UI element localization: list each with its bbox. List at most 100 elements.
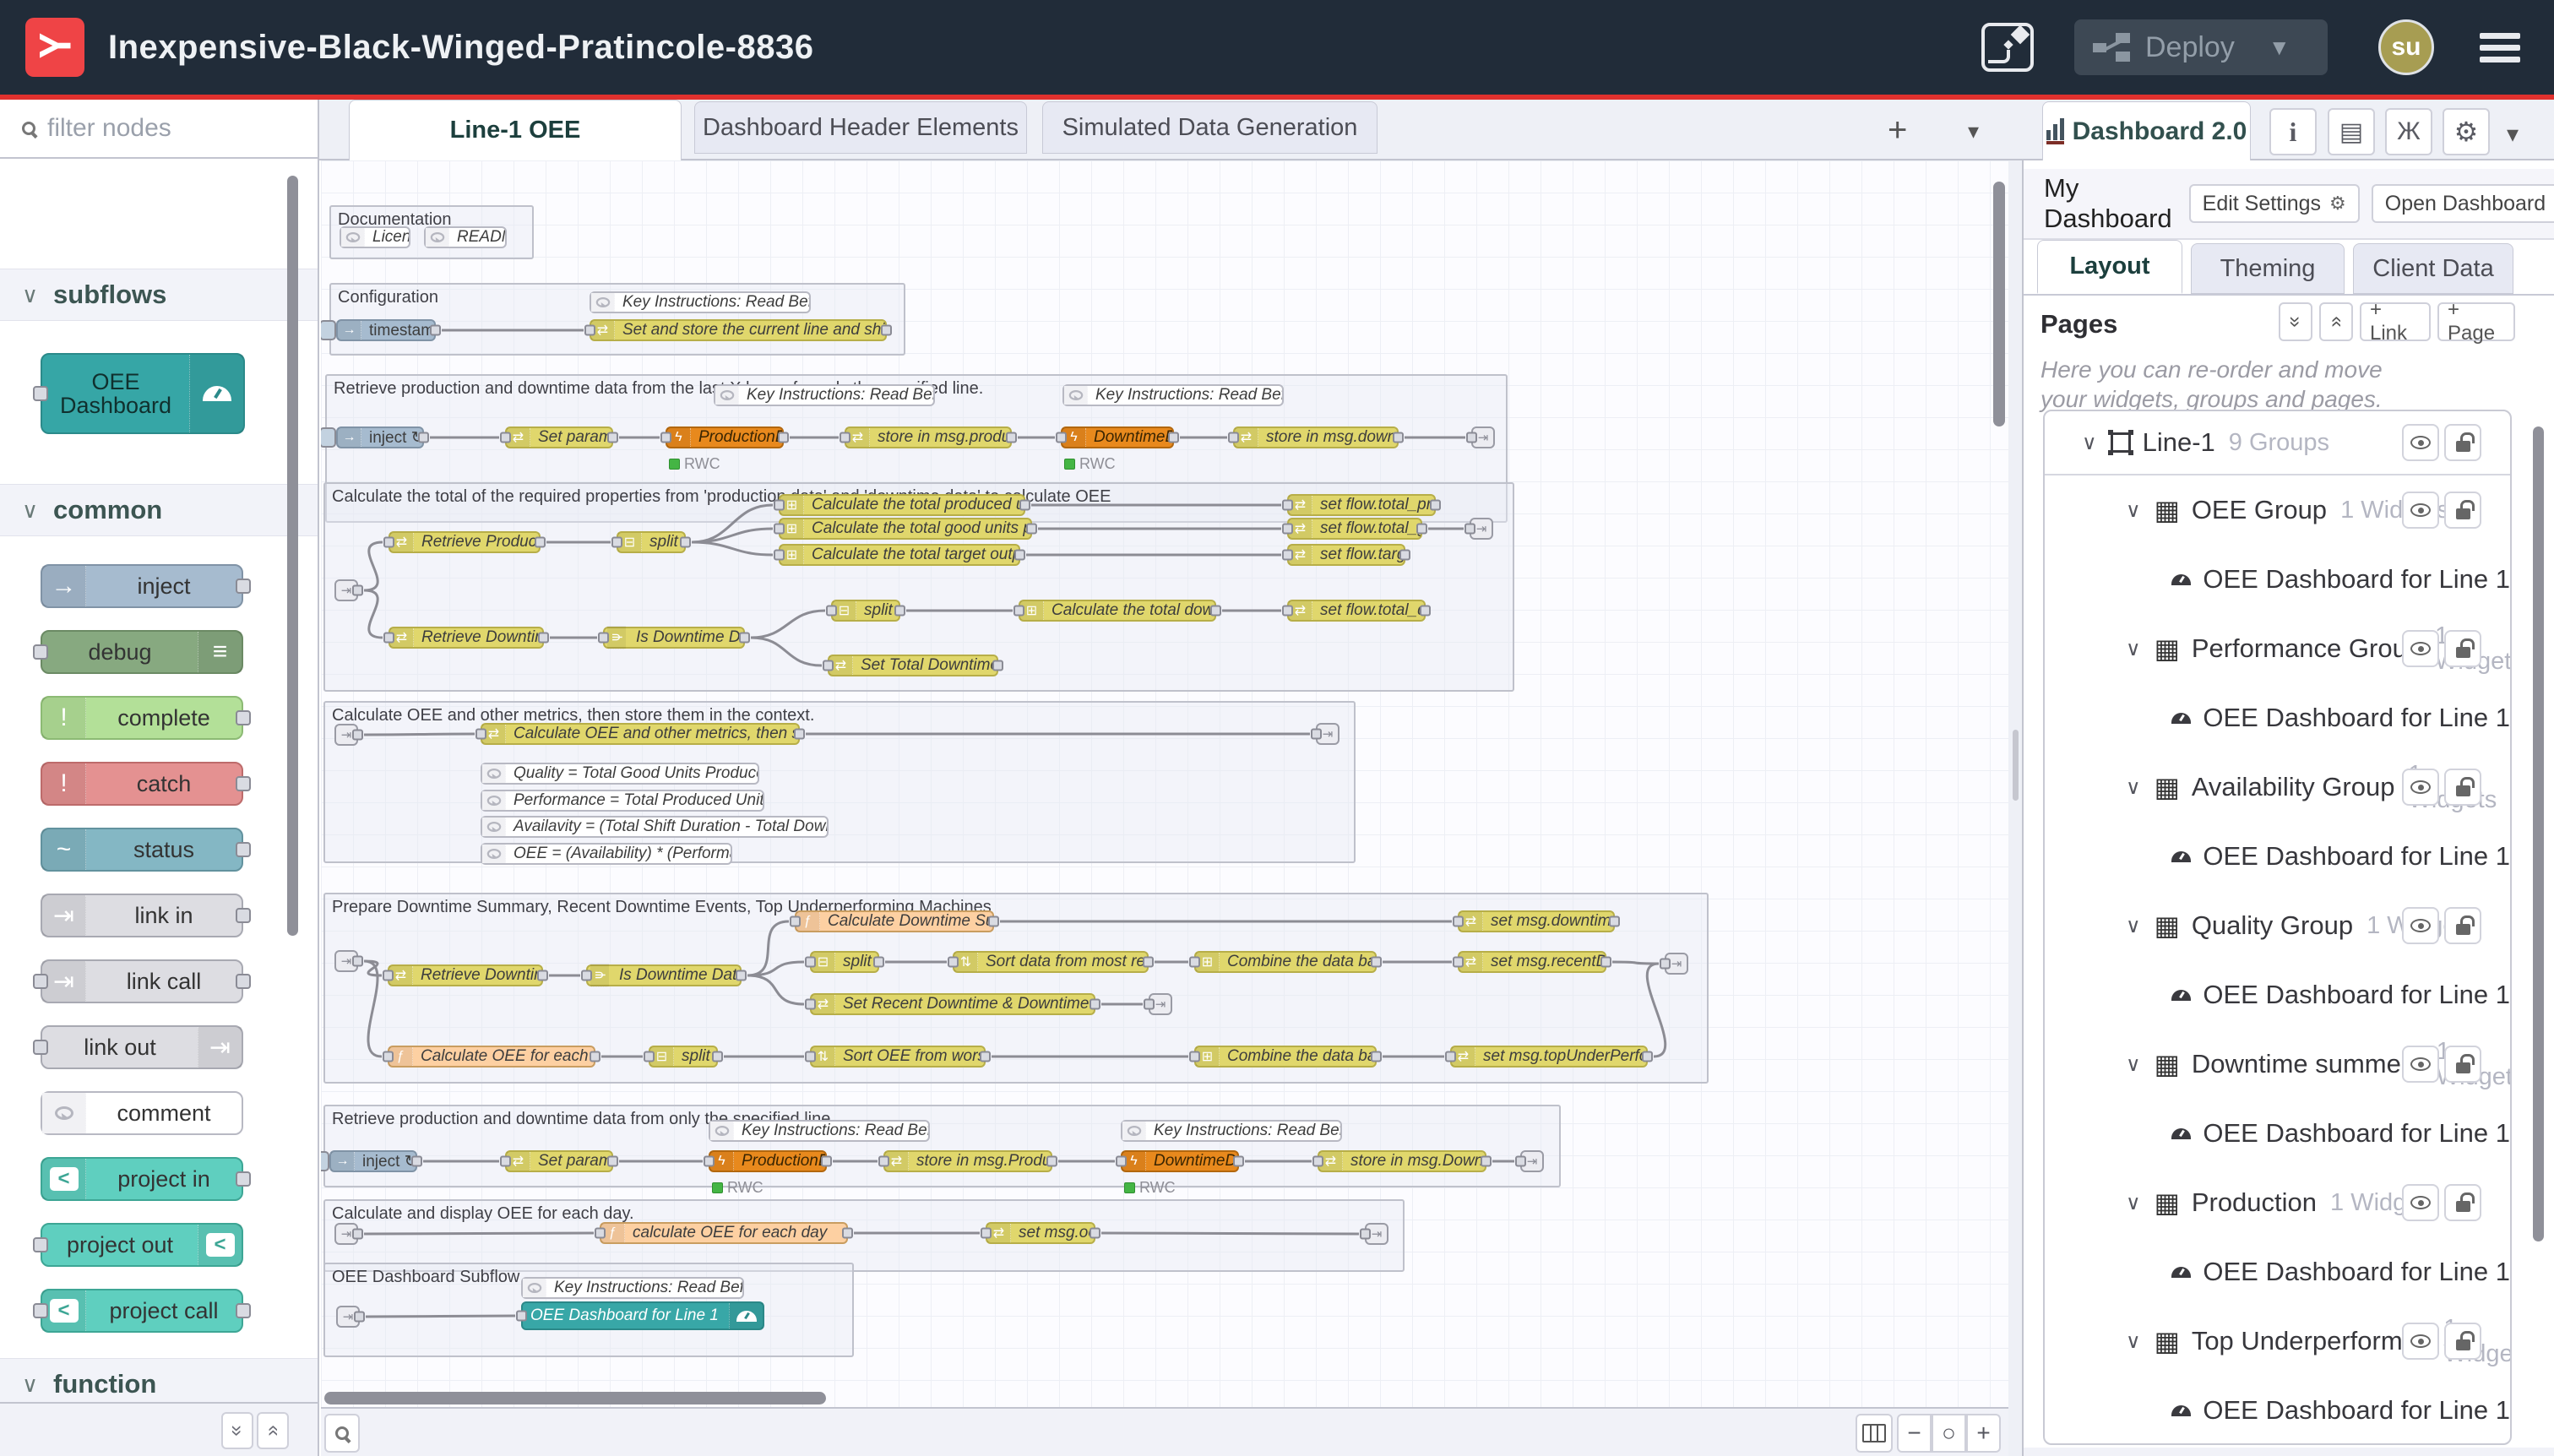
flow-node-dd7[interactable]: ϟDowntimeDataRWC [1121,1150,1239,1172]
tree-row-widget-3[interactable]: OEE Dashboard for Line 1 [2045,545,2510,614]
flow-node-c10[interactable]: Key Instructions: Read Before Proceeding [709,1120,930,1142]
chevron-down-icon[interactable]: ∨ [2126,1052,2141,1077]
flow-node-pd7[interactable]: ϟProductionDataRWC [709,1150,827,1172]
palette-node-link-out[interactable]: link out⇥ [41,1025,243,1069]
gutter-scrollbar[interactable] [2013,730,2019,801]
palette-node-project-in[interactable]: <project in [41,1157,243,1201]
flow-node-lo8[interactable]: ⇥ [1365,1223,1388,1245]
flow-node-sp4b[interactable]: ⊟split [831,600,900,622]
tab-dashboard-2[interactable]: Dashboard 2.0 [2042,101,2251,160]
deploy-caret-icon[interactable]: ▼ [2269,35,2290,61]
palette-node-project-call[interactable]: <project call [41,1289,243,1333]
edit-settings-button[interactable]: Edit Settings⚙ [2189,184,2360,223]
flow-node-c2[interactable]: README [424,226,507,248]
flow-node-smd7[interactable]: ⇄store in msg.DowntimeData [1318,1150,1486,1172]
tree-row-group-4[interactable]: ∨▦Performance Group1 Widgets [2045,614,2510,683]
visibility-button[interactable] [2402,1184,2439,1221]
flow-node-cto[interactable]: ⊞Calculate the total target output of to… [779,544,1020,566]
flow-node-pd3[interactable]: ϟProductionDataRWC [666,426,784,448]
chevron-down-icon[interactable]: ∨ [2126,1329,2141,1354]
flow-node-lo4[interactable]: ⇥ [1470,518,1493,540]
flow-node-sp4[interactable]: ⊟split [617,531,686,553]
palette-node-comment[interactable]: comment [41,1091,243,1135]
tree-row-group-10[interactable]: ∨▦Downtime summery1 Widgets [2045,1030,2510,1099]
sidebar-tab-layout[interactable]: Layout [2037,240,2182,294]
visibility-button[interactable] [2402,492,2439,529]
flow-node-c4[interactable]: Key Instructions: Read Before Proceeding [714,384,935,406]
inject-button[interactable] [321,427,336,448]
flow-node-c3[interactable]: Key Instructions: Read Before Proceeding [590,291,811,313]
chevron-down-icon[interactable]: ∨ [2082,431,2097,455]
flow-canvas[interactable]: DocumentationConfigurationRetrieve produ… [321,160,2008,1407]
flow-tab-2[interactable]: Dashboard Header Elements [694,101,1027,154]
deploy-button[interactable]: Deploy ▼ [2074,19,2328,75]
flow-node-smp3[interactable]: ⇄store in msg.production_data [845,426,1012,448]
lock-button[interactable] [2444,1323,2481,1360]
flow-node-smt[interactable]: ⇄set msg.oeeTrend [986,1222,1095,1244]
lock-button[interactable] [2444,1046,2481,1083]
inject-button[interactable] [321,1151,329,1171]
flow-node-c12[interactable]: Key Instructions: Read Before Proceeding [521,1277,744,1299]
palette-node-status[interactable]: ~status [41,828,243,872]
flow-node-sp6b[interactable]: ⊟split [649,1046,718,1068]
flow-node-ctd[interactable]: ⊞Calculate the total downtime duration [1019,600,1216,622]
chevron-down-icon[interactable]: ∨ [2126,775,2141,800]
visibility-button[interactable] [2402,1323,2439,1360]
flow-node-li5[interactable]: ⇥ [334,724,358,746]
flow-node-rdd4[interactable]: ⇄Retrieve Downtime Data [389,627,544,649]
palette-node-project-out[interactable]: project out< [41,1223,243,1267]
lock-button[interactable] [2444,907,2481,944]
flow-node-li9[interactable]: ⇥ [336,1306,360,1328]
chevron-down-icon[interactable]: ∨ [2126,498,2141,523]
visibility-button[interactable] [2402,424,2439,461]
flow-node-sfto[interactable]: ⇄set flow.target_output [1287,544,1405,566]
chevron-down-icon[interactable]: ∨ [2126,914,2141,938]
tree-row-widget-7[interactable]: OEE Dashboard for Line 1 [2045,822,2510,891]
palette-node-catch[interactable]: !catch [41,762,243,806]
sidebar-scrollbar[interactable] [2533,426,2544,1241]
flow-node-c8[interactable]: Availavity = (Total Shift Duration - Tot… [481,816,829,838]
flow-node-c6[interactable]: Quality = Total Good Units Produced / To… [481,763,759,785]
flow-node-lo5[interactable]: ⇥ [1316,723,1339,745]
flow-node-sfgu[interactable]: ⇄set flow.total_good_units [1287,518,1422,540]
flow-node-sp7[interactable]: ⇄Set params [505,1150,613,1172]
main-menu-icon[interactable] [2480,27,2520,68]
lock-button[interactable] [2444,424,2481,461]
tree-row-group-6[interactable]: ∨▦Availability Group1 Widgets [2045,752,2510,822]
flow-node-srt6[interactable]: ⇅Sort data from most recent to oldest [953,951,1149,973]
flow-node-c5[interactable]: Key Instructions: Read Before Proceeding [1062,384,1284,406]
canvas-search-button[interactable] [324,1414,360,1453]
tree-row-group-14[interactable]: ∨▦Top Underperformi...1 Widgets [2045,1307,2510,1376]
flow-node-smtp[interactable]: ⇄set msg.topUnderPerformingMachines [1450,1046,1648,1068]
tree-row-group-2[interactable]: ∨▦OEE Group1 Widgets [2045,475,2510,545]
visibility-button[interactable] [2402,907,2439,944]
flow-node-li4[interactable]: ⇥ [334,579,358,601]
flow-node-rpd[interactable]: ⇄Retrieve Production Data [389,531,541,553]
tree-row-group-8[interactable]: ∨▦Quality Group1 Widgets [2045,891,2510,960]
flow-node-c1[interactable]: License [340,226,410,248]
sidebar-tab-theming[interactable]: Theming [2191,243,2345,294]
chevron-down-icon[interactable]: ∨ [2126,637,2141,661]
flow-node-rdd6[interactable]: ⇄Retrieve Downtime Data [388,964,543,986]
tree-row-widget-13[interactable]: OEE Dashboard for Line 1 [2045,1237,2510,1307]
flow-node-cmb1[interactable]: ⊞Combine the data back into an array. [1194,951,1377,973]
palette-node-link-in[interactable]: ⇥link in [41,894,243,937]
inject-button[interactable] [321,320,336,340]
flow-node-cfe[interactable]: ƒCalculate OEE for each machine [388,1046,595,1068]
flow-node-lo3[interactable]: ⇥ [1471,426,1495,448]
flow-node-c7[interactable]: Performance = Total Produced Units / Tot… [481,790,764,812]
ai-assistant-icon[interactable] [1981,23,2034,72]
flow-node-smp7[interactable]: ⇄store in msg.ProductionData [883,1150,1052,1172]
palette-scrollbar[interactable] [287,176,298,936]
flow-node-sst[interactable]: ⇄Set and store the current line and shif… [590,319,887,341]
flow-node-dd3[interactable]: ϟDowntimeDataRWC [1061,426,1174,448]
flow-node-ide6[interactable]: ⋔Is Downtime Data Empty? [586,964,742,986]
flow-node-cod[interactable]: ƒcalculate OEE for each day [600,1222,848,1244]
add-flow-button[interactable]: + [1888,111,1907,149]
flow-node-sftd[interactable]: ⇄set flow.total_downtime [1287,600,1426,622]
open-dashboard-button[interactable]: Open Dashboard⧉ [2372,184,2554,223]
config-sidebar-button[interactable]: ⚙ [2443,108,2490,155]
flow-node-ide4[interactable]: ⋔Is Downtime Data Empty? [603,627,745,649]
flow-node-sfpu[interactable]: ⇄set flow.total_produced_units [1287,494,1436,516]
flow-node-smds[interactable]: ⇄set msg.downtimeSummery [1458,910,1615,932]
